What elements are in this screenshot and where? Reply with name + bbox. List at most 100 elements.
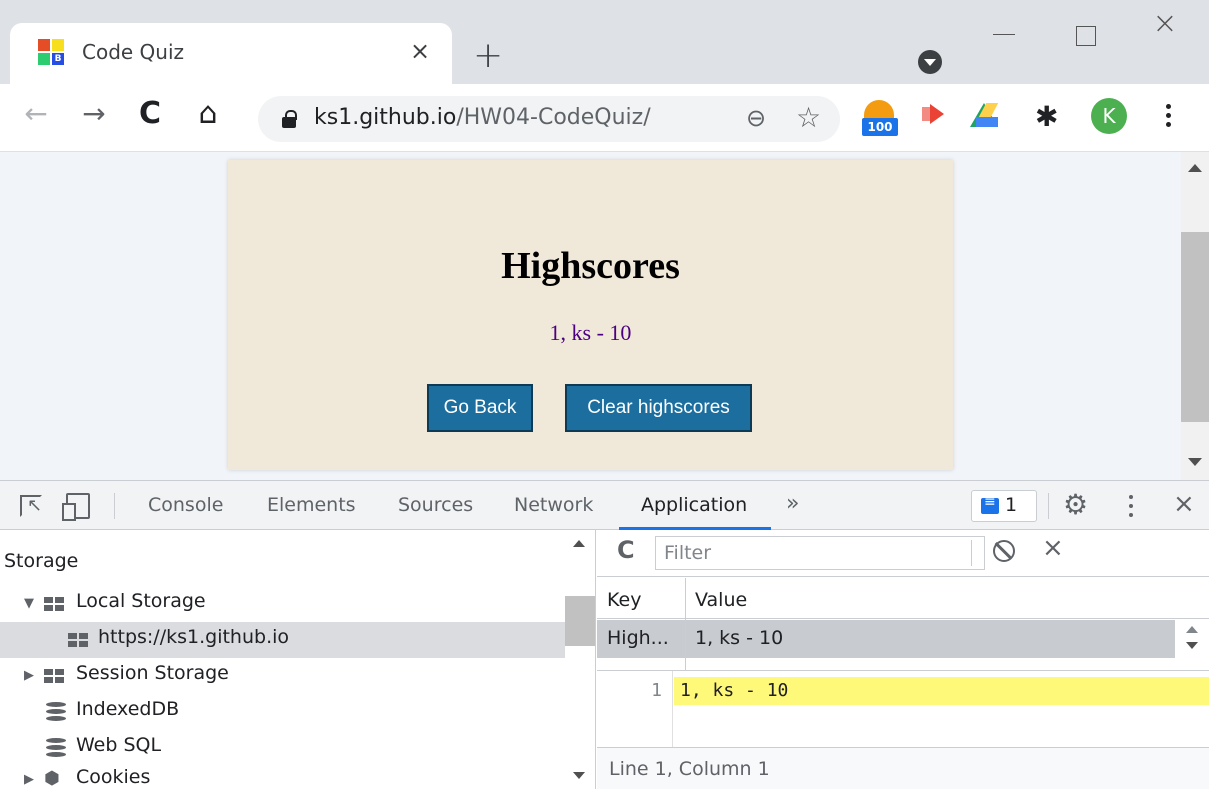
devtools-menu-icon[interactable] xyxy=(1126,493,1136,519)
sidebar-item-label: Web SQL xyxy=(76,734,162,756)
table-row[interactable]: High... 1, ks - 10 xyxy=(597,620,1175,658)
storage-section-header[interactable]: Storage xyxy=(0,530,565,588)
tab-application[interactable]: Application xyxy=(641,494,747,516)
bookmark-star-icon[interactable]: ☆ xyxy=(796,101,821,134)
expanded-arrow-icon[interactable]: ▼ xyxy=(24,596,34,611)
divider xyxy=(114,493,115,519)
sidebar-scrollbar[interactable] xyxy=(565,530,595,789)
key-value-table: Key Value High... 1, ks - 10 xyxy=(597,578,1209,670)
table-header: Key Value xyxy=(597,578,1209,619)
tab-close-icon[interactable]: × xyxy=(410,37,430,65)
issues-message-icon xyxy=(981,494,999,514)
url-host: ks1.github.io xyxy=(314,105,457,130)
table-scrollbar[interactable] xyxy=(1175,620,1209,670)
lock-icon[interactable] xyxy=(282,110,297,128)
row-value-cell[interactable]: 1, ks - 10 xyxy=(695,627,783,649)
sidebar-item-web-sql[interactable]: Web SQL xyxy=(0,730,565,766)
window-close-button[interactable]: × xyxy=(1135,0,1195,48)
google-drive-icon[interactable] xyxy=(970,103,999,127)
url-text[interactable]: ks1.github.io/HW04-CodeQuiz/ xyxy=(314,105,651,130)
zoom-out-icon[interactable]: ⊖ xyxy=(746,104,766,132)
scroll-up-arrow-icon[interactable] xyxy=(573,540,585,547)
scroll-down-arrow-icon[interactable] xyxy=(1186,642,1198,649)
column-divider[interactable] xyxy=(685,578,686,670)
column-header-key[interactable]: Key xyxy=(607,589,641,611)
storage-grid-icon xyxy=(44,669,65,684)
preview-code-line[interactable]: 1, ks - 10 xyxy=(674,677,1209,705)
browser-tab[interactable]: B Code Quiz × xyxy=(10,23,452,84)
sidebar-item-label: IndexedDB xyxy=(76,698,180,720)
page-title: Highscores xyxy=(501,245,680,287)
tab-search-icon[interactable] xyxy=(918,50,942,74)
collapsed-arrow-icon[interactable]: ▶ xyxy=(24,668,34,683)
extensions-puzzle-icon[interactable]: ✱ xyxy=(1035,100,1058,133)
issues-count: 1 xyxy=(1005,494,1018,516)
forward-arrow-icon[interactable]: → xyxy=(74,94,114,134)
application-sidebar: Storage ▼ Local Storage https://ks1.gith… xyxy=(0,530,596,789)
window-maximize-button[interactable] xyxy=(1055,0,1115,48)
rss-extension-icon[interactable]: 100 xyxy=(862,100,898,136)
devtools-close-icon[interactable]: × xyxy=(1173,489,1195,519)
line-number-gutter: 1 xyxy=(597,671,673,747)
scroll-down-arrow-icon[interactable] xyxy=(573,772,585,779)
devtools-tab-bar: Console Elements Sources Network Applica… xyxy=(0,480,1209,530)
scrollbar-thumb[interactable] xyxy=(1181,232,1209,422)
page-viewport: Highscores 1, ks - 10 Go Back Clear high… xyxy=(0,152,1181,480)
highscore-entry: 1, ks - 10 xyxy=(549,320,632,345)
divider xyxy=(1048,493,1049,519)
clear-all-block-icon[interactable] xyxy=(993,540,1015,562)
storage-toolbar: C × xyxy=(597,530,1209,577)
inspect-element-icon[interactable] xyxy=(20,495,42,517)
window-minimize-button[interactable] xyxy=(975,0,1035,48)
delete-selected-icon[interactable]: × xyxy=(1042,533,1064,563)
sidebar-item-label: Session Storage xyxy=(76,662,229,684)
value-preview: 1 1, ks - 10 xyxy=(597,670,1209,747)
scroll-up-arrow-icon[interactable] xyxy=(1188,164,1202,172)
scroll-down-arrow-icon[interactable] xyxy=(1188,458,1202,466)
html-css-js-favicon-icon: B xyxy=(38,39,65,65)
sidebar-item-origin[interactable]: https://ks1.github.io xyxy=(0,622,565,658)
line-number: 1 xyxy=(651,680,662,701)
page-scrollbar[interactable] xyxy=(1181,152,1209,480)
scrollbar-thumb[interactable] xyxy=(565,596,595,646)
back-arrow-icon[interactable]: ← xyxy=(16,94,56,134)
device-toolbar-icon[interactable] xyxy=(62,493,90,521)
more-tabs-chevron-icon[interactable]: » xyxy=(786,491,799,516)
profile-avatar[interactable]: K xyxy=(1091,98,1127,134)
row-key-cell[interactable]: High... xyxy=(607,627,669,649)
sidebar-item-indexeddb[interactable]: IndexedDB xyxy=(0,694,565,730)
storage-grid-icon xyxy=(44,597,65,612)
tab-sources[interactable]: Sources xyxy=(398,494,473,516)
red-arrow-extension-icon[interactable] xyxy=(920,103,946,125)
sidebar-item-label: https://ks1.github.io xyxy=(98,626,290,648)
chrome-menu-icon[interactable] xyxy=(1158,98,1178,134)
highscores-card: Highscores 1, ks - 10 Go Back Clear high… xyxy=(228,160,953,470)
collapsed-arrow-icon[interactable]: ▶ xyxy=(24,772,34,787)
scroll-up-arrow-icon[interactable] xyxy=(1186,626,1198,633)
tab-elements[interactable]: Elements xyxy=(267,494,356,516)
tab-network[interactable]: Network xyxy=(514,494,593,516)
filter-input[interactable] xyxy=(655,536,985,570)
go-back-button[interactable]: Go Back xyxy=(427,384,533,432)
database-icon xyxy=(46,738,66,758)
storage-grid-icon xyxy=(68,633,89,648)
new-tab-icon[interactable]: + xyxy=(473,36,503,76)
browser-toolbar: ← → C ⌂ ks1.github.io/HW04-CodeQuiz/ ⊖ ☆… xyxy=(0,84,1209,152)
reload-icon[interactable]: C xyxy=(130,94,170,134)
database-icon xyxy=(46,702,66,722)
rss-badge: 100 xyxy=(862,118,898,136)
tab-console[interactable]: Console xyxy=(148,494,223,516)
refresh-icon[interactable]: C xyxy=(617,536,635,564)
sidebar-item-session-storage[interactable]: ▶ Session Storage xyxy=(0,658,565,694)
sidebar-item-local-storage[interactable]: ▼ Local Storage xyxy=(0,586,565,622)
sidebar-item-cookies[interactable]: ▶ ⬢ Cookies xyxy=(0,762,565,789)
clear-highscores-button[interactable]: Clear highscores xyxy=(565,384,752,432)
editor-status-bar: Line 1, Column 1 xyxy=(597,747,1209,789)
settings-gear-icon[interactable]: ⚙ xyxy=(1063,488,1088,521)
column-header-value[interactable]: Value xyxy=(695,589,747,611)
divider xyxy=(971,540,972,566)
issues-counter-button[interactable]: 1 xyxy=(971,490,1037,522)
home-icon[interactable]: ⌂ xyxy=(188,94,228,134)
address-bar[interactable]: ks1.github.io/HW04-CodeQuiz/ ⊖ ☆ xyxy=(258,96,840,142)
sidebar-item-label: Local Storage xyxy=(76,590,206,612)
